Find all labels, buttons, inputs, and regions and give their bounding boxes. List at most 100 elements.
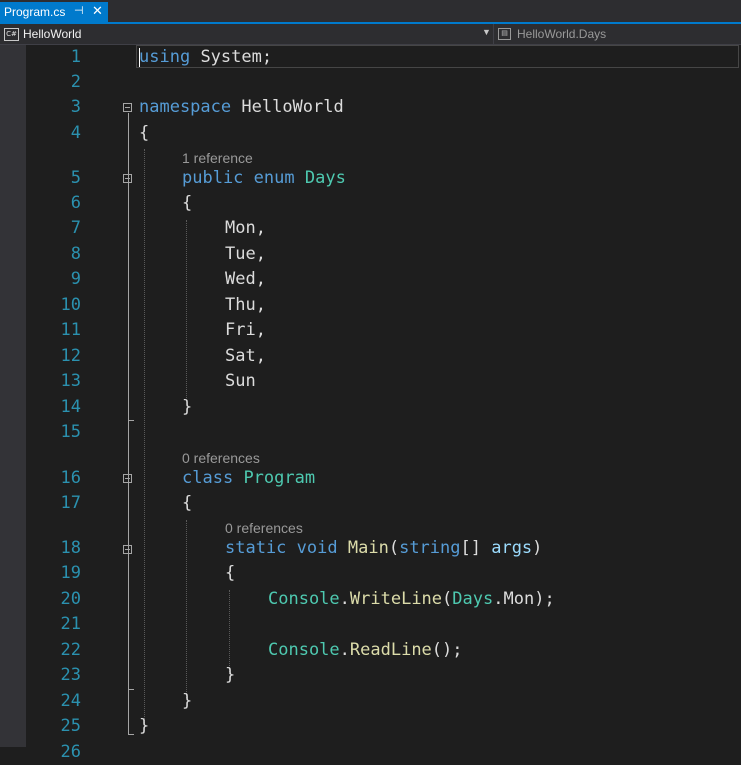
keyword: static bbox=[225, 538, 287, 558]
line-number: 14 bbox=[60, 397, 81, 417]
punctuation: . bbox=[339, 589, 350, 609]
code-line[interactable]: 18 static void Main(string[] args) bbox=[0, 536, 741, 561]
codelens-references[interactable]: 0 references bbox=[182, 449, 260, 467]
keyword: enum bbox=[253, 168, 295, 188]
tab-bar: Program.cs ⊣ ✕ bbox=[0, 0, 741, 22]
brace: } bbox=[182, 397, 193, 417]
enum-member: Thu, bbox=[225, 295, 266, 315]
line-number: 13 bbox=[60, 371, 81, 391]
code-line[interactable]: 16 class Program bbox=[0, 466, 741, 491]
enum-member: Sat, bbox=[225, 346, 266, 366]
type-name: Program bbox=[243, 468, 316, 488]
line-number: 24 bbox=[60, 691, 81, 711]
codelens-references[interactable]: 1 reference bbox=[182, 149, 253, 167]
code-line[interactable]: 15 bbox=[0, 420, 741, 445]
enum-member: Tue, bbox=[225, 244, 266, 264]
line-number: 17 bbox=[60, 493, 81, 513]
line-number: 19 bbox=[60, 563, 81, 583]
type-name: Days bbox=[452, 589, 494, 609]
parameter: args bbox=[491, 538, 533, 558]
member-name: HelloWorld.Days bbox=[517, 27, 607, 41]
method-name: Main bbox=[347, 538, 389, 558]
code-line[interactable]: 13 Sun bbox=[0, 369, 741, 394]
line-number: 4 bbox=[70, 123, 81, 143]
punctuation: . bbox=[339, 640, 350, 660]
method-name: ReadLine bbox=[349, 640, 432, 660]
project-dropdown[interactable]: C# HelloWorld bbox=[2, 24, 492, 44]
code-line[interactable]: 4 { bbox=[0, 121, 741, 146]
brace: { bbox=[225, 563, 236, 583]
brace: { bbox=[182, 193, 193, 213]
code-line[interactable]: 24 } bbox=[0, 689, 741, 714]
tab-program-cs[interactable]: Program.cs ⊣ ✕ bbox=[0, 2, 108, 22]
line-number: 22 bbox=[60, 640, 81, 660]
method-name: WriteLine bbox=[349, 589, 443, 609]
punctuation: . bbox=[493, 589, 504, 609]
line-number: 5 bbox=[70, 168, 81, 188]
enum-member: Fri, bbox=[225, 320, 266, 340]
csharp-project-icon: C# bbox=[4, 27, 19, 41]
code-line[interactable]: 3 namespace HelloWorld bbox=[0, 95, 741, 120]
punctuation: ( bbox=[442, 589, 453, 609]
code-line[interactable]: 23 } bbox=[0, 663, 741, 688]
line-number: 20 bbox=[60, 589, 81, 609]
line-number: 18 bbox=[60, 538, 81, 558]
code-line[interactable]: 22 Console.ReadLine(); bbox=[0, 638, 741, 663]
chevron-down-icon[interactable]: ▼ bbox=[482, 27, 491, 37]
code-line[interactable]: 8 Tue, bbox=[0, 242, 741, 267]
code-line[interactable]: 6 { bbox=[0, 191, 741, 216]
nav-divider bbox=[493, 24, 494, 44]
enum-member: Wed, bbox=[225, 269, 266, 289]
line-number: 12 bbox=[60, 346, 81, 366]
line-number: 1 bbox=[70, 47, 81, 67]
code-line[interactable]: 26 bbox=[0, 740, 741, 765]
brace: } bbox=[182, 691, 193, 711]
code-line[interactable]: 17 { bbox=[0, 491, 741, 516]
code-editor[interactable]: 1 using System; 2 3 namespace HelloWorld… bbox=[0, 45, 741, 762]
keyword: public bbox=[182, 168, 244, 188]
tab-label: Program.cs bbox=[4, 5, 66, 19]
line-number: 2 bbox=[70, 72, 81, 92]
keyword: using bbox=[139, 47, 191, 67]
code-line[interactable]: 9 Wed, bbox=[0, 267, 741, 292]
punctuation: ) bbox=[532, 538, 543, 558]
code-line[interactable]: 14 } bbox=[0, 395, 741, 420]
codelens-references[interactable]: 0 references bbox=[225, 519, 303, 537]
code-line[interactable]: 21 bbox=[0, 612, 741, 637]
code-line[interactable]: 1 using System; bbox=[0, 45, 741, 70]
brace: } bbox=[225, 665, 236, 685]
line-number: 26 bbox=[60, 742, 81, 762]
keyword: namespace bbox=[139, 97, 232, 117]
code-line[interactable]: 10 Thu, bbox=[0, 293, 741, 318]
line-number: 21 bbox=[60, 614, 81, 634]
line-number: 16 bbox=[60, 468, 81, 488]
keyword: string bbox=[399, 538, 461, 558]
code-line[interactable]: 7 Mon, bbox=[0, 216, 741, 241]
code-line[interactable]: 12 Sat, bbox=[0, 344, 741, 369]
punctuation: [] bbox=[460, 538, 492, 558]
line-number: 7 bbox=[70, 218, 81, 238]
keyword: class bbox=[182, 468, 234, 488]
code-line[interactable]: 25 } bbox=[0, 714, 741, 739]
line-number: 23 bbox=[60, 665, 81, 685]
pin-icon[interactable]: ⊣ bbox=[74, 4, 84, 17]
enum-member: Sun bbox=[225, 371, 256, 391]
type-name: Console bbox=[268, 640, 340, 660]
close-icon[interactable]: ✕ bbox=[92, 3, 103, 19]
line-number: 15 bbox=[60, 422, 81, 442]
project-name: HelloWorld bbox=[23, 27, 82, 41]
line-number: 9 bbox=[70, 269, 81, 289]
code-line[interactable]: 5 public enum Days bbox=[0, 166, 741, 191]
punctuation: (); bbox=[431, 640, 463, 660]
line-number: 3 bbox=[70, 97, 81, 117]
line-number: 11 bbox=[60, 320, 81, 340]
code-line[interactable]: 11 Fri, bbox=[0, 318, 741, 343]
brace: { bbox=[182, 493, 193, 513]
code-line[interactable]: 20 Console.WriteLine(Days.Mon); bbox=[0, 587, 741, 612]
punctuation: ( bbox=[388, 538, 400, 558]
navigation-bar: C# HelloWorld ▼ ▤ HelloWorld.Days bbox=[0, 24, 741, 45]
member-dropdown[interactable]: ▤ HelloWorld.Days bbox=[498, 24, 606, 44]
code-line[interactable]: 2 bbox=[0, 70, 741, 95]
brace: } bbox=[139, 716, 150, 736]
code-line[interactable]: 19 { bbox=[0, 561, 741, 586]
